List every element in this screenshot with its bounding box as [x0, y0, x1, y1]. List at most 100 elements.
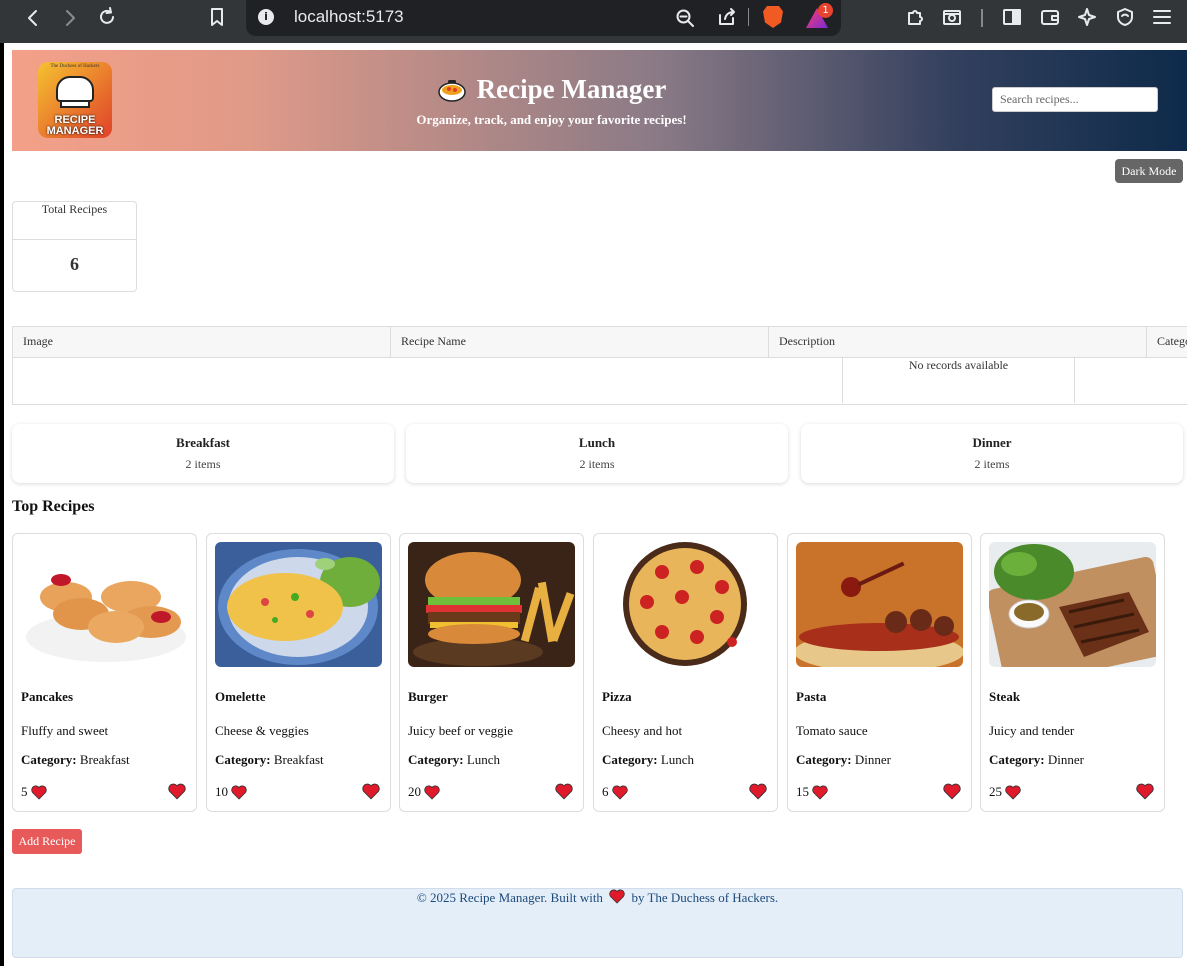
cooking-pot-icon [437, 77, 467, 103]
likes-number: 20 [408, 784, 421, 799]
category-card-dinner[interactable]: Dinner 2 items [801, 424, 1183, 483]
heart-icon [231, 785, 247, 800]
recipe-category: Category: Breakfast [21, 752, 130, 768]
menu-icon[interactable] [1152, 7, 1172, 27]
total-recipes-card: Total Recipes 6 [12, 201, 137, 292]
category-label: Category: [602, 752, 658, 767]
category-card-lunch[interactable]: Lunch 2 items [406, 424, 788, 483]
vpn-icon[interactable] [1115, 7, 1135, 27]
pancakes-image [21, 542, 188, 667]
category-value: Lunch [466, 752, 501, 767]
site-info-icon[interactable]: i [258, 9, 274, 25]
dark-mode-button[interactable]: Dark Mode [1115, 159, 1183, 183]
recipe-card-steak[interactable]: Steak Juicy and tender Category: Dinner … [980, 533, 1165, 812]
category-value: Breakfast [273, 752, 324, 767]
like-heart-icon[interactable] [749, 783, 767, 800]
likes-count: 6 [602, 784, 628, 800]
category-card-breakfast[interactable]: Breakfast 2 items [12, 424, 394, 483]
recipe-name: Burger [408, 689, 448, 704]
category-label: Category: [796, 752, 852, 767]
recipe-description: Juicy beef or veggie [408, 723, 514, 738]
column-header-description[interactable]: Description [769, 327, 1147, 357]
stat-value: 6 [70, 254, 79, 274]
page-footer: © 2025 Recipe Manager. Built with by The… [12, 888, 1183, 958]
like-heart-icon[interactable] [1136, 783, 1154, 800]
media-search-icon[interactable] [942, 7, 962, 27]
search-input[interactable] [992, 87, 1158, 112]
like-heart-icon[interactable] [943, 783, 961, 800]
recipe-description: Cheese & veggies [215, 723, 309, 738]
heart-icon [812, 785, 828, 800]
likes-count: 10 [215, 784, 247, 800]
recipes-table: Image Recipe Name Description Category N… [12, 326, 1187, 405]
recipe-category: Category: Dinner [796, 752, 891, 768]
divider [748, 8, 749, 26]
heart-icon [611, 785, 628, 800]
recipe-card-pasta[interactable]: Pasta Tomato sauce Category: Dinner 15 [787, 533, 972, 812]
leo-ai-icon[interactable] [1077, 7, 1097, 27]
empty-table-message: No records available [842, 358, 1075, 403]
category-value: Breakfast [79, 752, 130, 767]
column-header-category[interactable]: Category [1147, 327, 1187, 357]
recipe-card-pancakes[interactable]: Pancakes Fluffy and sweet Category: Brea… [12, 533, 197, 812]
table-header: Image Recipe Name Description Category [13, 327, 1187, 358]
recipe-description: Fluffy and sweet [21, 723, 109, 738]
recipe-category: Category: Lunch [408, 752, 500, 768]
category-count: 2 items [579, 457, 615, 471]
notification-badge: 1 [818, 3, 833, 18]
page-subtitle: Organize, track, and enjoy your favorite… [416, 112, 687, 127]
omelette-image [215, 542, 382, 667]
address-bar[interactable]: i localhost:5173 1 [246, 0, 841, 36]
brave-shield-icon[interactable] [763, 6, 783, 28]
sidebar-icon[interactable] [1002, 7, 1022, 27]
share-icon[interactable] [717, 7, 737, 27]
category-value: Dinner [854, 752, 891, 767]
likes-number: 25 [989, 784, 1002, 799]
bookmark-icon[interactable] [207, 7, 227, 27]
category-label: Category: [989, 752, 1045, 767]
recipe-card-pizza[interactable]: Pizza Cheesy and hot Category: Lunch 6 [593, 533, 778, 812]
category-label: Category: [215, 752, 271, 767]
heart-icon [609, 889, 625, 904]
category-name: Breakfast [176, 435, 230, 450]
steak-image [989, 542, 1156, 667]
like-heart-icon[interactable] [168, 783, 186, 800]
heart-icon [1005, 785, 1021, 800]
recipe-category: Category: Breakfast [215, 752, 324, 768]
recipe-name: Pasta [796, 689, 827, 704]
burger-image [408, 542, 575, 667]
url-text[interactable]: localhost:5173 [294, 7, 404, 27]
extensions-icon[interactable] [905, 7, 925, 27]
column-header-recipe-name[interactable]: Recipe Name [391, 327, 769, 357]
category-name: Dinner [972, 435, 1012, 450]
forward-icon[interactable] [60, 8, 80, 28]
likes-number: 6 [602, 784, 609, 799]
heart-icon [30, 785, 47, 800]
pizza-image [602, 542, 769, 667]
likes-count: 20 [408, 784, 440, 800]
like-heart-icon[interactable] [555, 783, 573, 800]
logo-caption: The Duchess of Hackers [50, 64, 100, 69]
zoom-icon[interactable] [675, 8, 695, 28]
stat-label: Total Recipes [13, 202, 136, 240]
likes-number: 5 [21, 784, 28, 799]
likes-number: 10 [215, 784, 228, 799]
app-header: The Duchess of Hackers RECIPE MANAGER Re… [12, 50, 1187, 151]
category-name: Lunch [578, 435, 616, 450]
likes-count: 15 [796, 784, 828, 800]
recipe-name: Steak [989, 689, 1021, 704]
recipe-card-omelette[interactable]: Omelette Cheese & veggies Category: Brea… [206, 533, 391, 812]
recipe-name: Pizza [602, 689, 632, 704]
reload-icon[interactable] [97, 7, 117, 27]
column-header-image[interactable]: Image [13, 327, 391, 357]
like-heart-icon[interactable] [362, 783, 380, 800]
add-recipe-button[interactable]: Add Recipe [12, 829, 82, 854]
category-count: 2 items [185, 457, 221, 471]
likes-number: 15 [796, 784, 809, 799]
recipe-category: Category: Lunch [602, 752, 694, 768]
back-icon[interactable] [23, 8, 43, 28]
recipe-description: Tomato sauce [796, 723, 868, 738]
recipe-card-burger[interactable]: Burger Juicy beef or veggie Category: Lu… [399, 533, 584, 812]
heart-icon [424, 785, 440, 800]
wallet-icon[interactable] [1040, 7, 1060, 27]
